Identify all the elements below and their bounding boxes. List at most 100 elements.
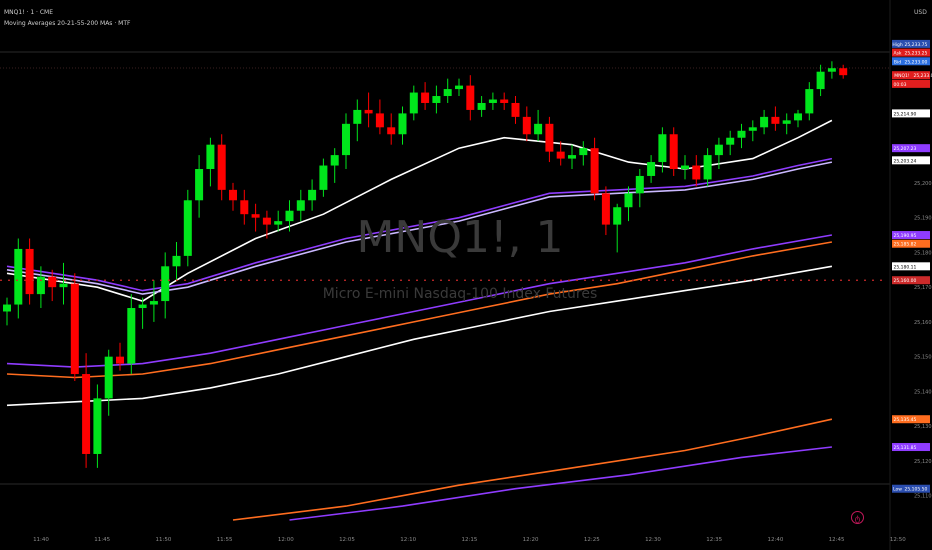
candle-body [579,148,588,156]
y-tick-label: 25,160.00 [914,320,932,326]
candle-body [534,123,543,135]
candle-body [82,374,91,454]
price-axis[interactable]: 25,200.00 25,190.00 25,180.00 25,170.00 25,1… [914,181,932,500]
candle-body [568,155,576,159]
candle-body [308,189,317,201]
candle-body [590,148,599,194]
candle-body [488,99,497,103]
x-tick-label: 12:45 [829,537,845,543]
x-tick-label: 11:55 [217,537,233,543]
x-tick-label: 12:15 [461,537,477,543]
candle-body [353,109,362,124]
study-header[interactable]: Moving Averages 20-21-55-200 MAs · MTF [4,20,130,27]
candle-body [692,165,701,180]
y-tick-label: 25,110.00 [914,494,932,500]
candle-body [127,308,136,364]
candle-body [545,123,554,152]
x-tick-label: 12:50 [890,537,906,543]
candle-body [36,276,45,295]
price-label-value: 25,160.00 [894,278,917,284]
x-tick-label: 12:25 [584,537,600,543]
candle-body [25,248,34,295]
candle-body [364,109,373,114]
price-chart[interactable]: 25,200.0025,190.0025,180.0025,170.0025,1… [0,0,932,550]
candle-body [206,144,215,170]
currency-label[interactable]: USD [914,9,927,16]
candle-body [387,127,396,135]
x-tick-label: 12:00 [278,537,294,543]
time-axis[interactable]: 11:40 11:45 11:50 11:55 12:00 12:05 12:10 12:15… [33,537,906,543]
price-label-name: High [892,42,902,48]
candle-body [782,120,791,124]
y-tick-label: 25,150.00 [914,355,932,361]
x-tick-label: 12:40 [767,537,783,543]
candles-layer [3,61,848,468]
candle-body [330,155,339,166]
price-label: 25,160.00 [892,276,930,285]
candle-body [624,193,633,208]
candle-body [511,102,520,117]
x-tick-label: 11:40 [33,537,49,543]
price-label-value: 25,105.50 [905,487,928,493]
price-label: 00:03 [892,79,930,88]
price-label: 25,214.90 [892,109,930,118]
price-label-value: 25,214.90 [894,111,917,117]
candle-body [251,214,260,218]
y-tick-label: 25,120.00 [914,459,932,465]
candle-body [455,85,463,90]
price-label-value: 00:03 [894,82,907,88]
y-tick-label: 25,140.00 [914,389,932,395]
x-tick-label: 11:45 [94,537,110,543]
price-label: 25,190.95 [892,231,930,240]
price-label-value: 25,233.75 [905,42,928,48]
symbol-header[interactable]: MNQ1! · 1 · CME [4,9,53,16]
candle-body [714,144,723,156]
candle-body [161,266,170,302]
price-label: 25,185.82 [892,239,930,248]
candle-body [794,113,802,121]
candle-body [398,113,407,135]
candle-body [658,134,667,163]
price-label-value: 25,185.82 [894,242,917,248]
price-label-name: Bid [894,59,901,65]
candle-body [816,71,825,90]
chart-root: 25,200.0025,190.0025,180.0025,170.0025,1… [0,0,932,550]
price-label-value: 25,180.11 [894,264,917,270]
moving-average-line [232,418,833,521]
price-label-value: 25,131.85 [894,445,917,451]
candle-body [195,169,204,201]
candle-body [262,217,271,225]
candle-body [500,99,509,103]
y-tick-label: 25,190.00 [914,216,932,222]
candle-body [805,89,814,114]
candle-body [409,92,418,114]
candle-body [59,283,68,288]
price-label: MNQ1! 25,233.00 [892,71,932,80]
price-label-value: 25,233.00 [905,59,928,65]
price-label: 25,131.85 [892,443,930,452]
candle-body [556,151,565,159]
candle-body [183,200,192,256]
candle-body [726,137,735,145]
candle-body [443,89,452,97]
candle-body [319,165,328,190]
candle-body [296,200,305,211]
price-label-name: Ask [893,51,901,57]
price-label-name: MNQ1! [894,73,910,79]
candle-body [93,398,102,454]
y-tick-label: 25,170.00 [914,285,932,291]
price-label: Ask 25,233.25 [892,48,930,57]
watermark-description: Micro E-mini Nasdaq-100 Index Futures [322,286,598,302]
candle-body [14,248,23,305]
price-label-value: 25,190.95 [894,233,917,239]
candle-body [116,356,124,364]
candle-body [771,116,780,124]
candle-body [274,221,283,225]
tradingview-logo-icon[interactable]: ტ [851,511,864,524]
price-label: Low 25,105.50 [892,484,930,493]
candle-body [613,207,622,225]
candle-body [285,210,294,222]
price-label: High 25,233.75 [892,39,930,48]
candle-body [827,68,836,72]
candle-body [635,175,644,194]
